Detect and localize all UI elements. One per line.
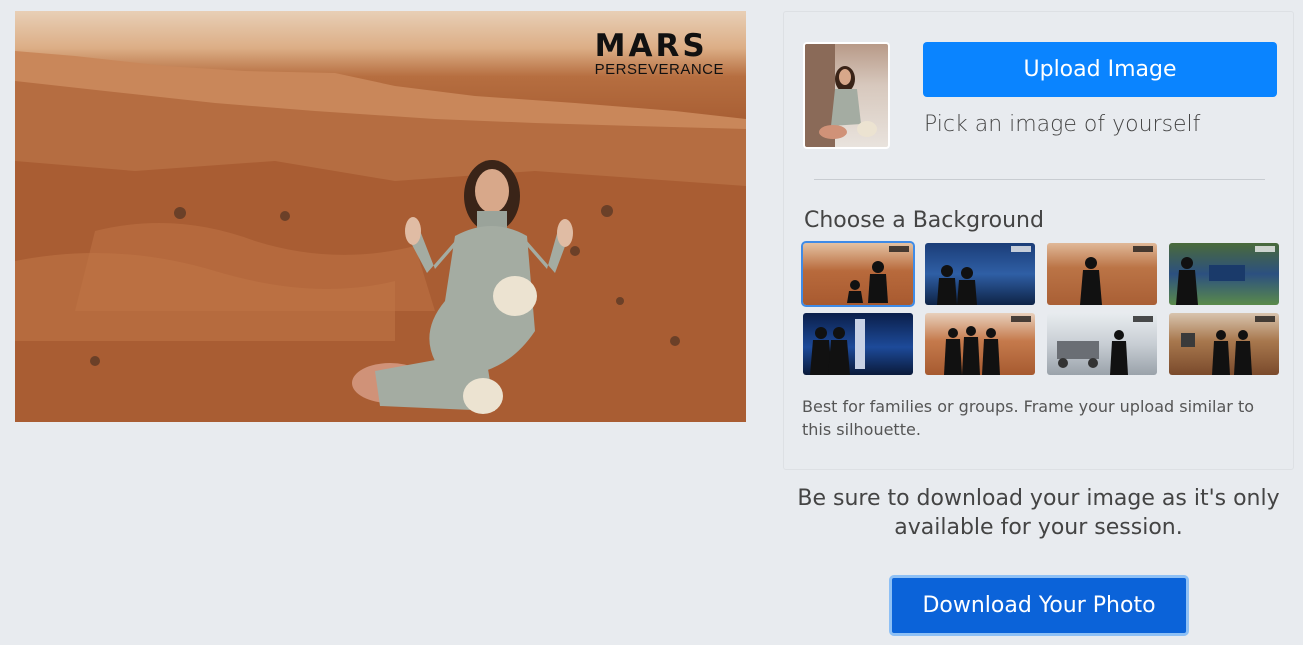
download-photo-button[interactable]: Download Your Photo xyxy=(889,575,1189,636)
controls-panel: Upload Image Pick an image of yourself C… xyxy=(783,11,1294,470)
divider xyxy=(814,179,1265,180)
uploaded-image-thumbnail xyxy=(803,42,890,149)
background-option-launch-pad[interactable] xyxy=(803,313,913,375)
choose-background-title: Choose a Background xyxy=(804,208,1044,233)
background-option-mars-terrain[interactable] xyxy=(801,241,915,307)
mars-photo-preview: MARS PERSEVERANCE xyxy=(15,11,746,422)
upload-image-button[interactable]: Upload Image xyxy=(923,42,1277,97)
mars-perseverance-logo: MARS PERSEVERANCE xyxy=(595,31,724,79)
background-hint-text: Best for families or groups. Frame your … xyxy=(802,397,1255,439)
background-option-rover-group[interactable] xyxy=(1169,313,1279,375)
background-option-rover-lab[interactable] xyxy=(1047,313,1157,375)
upload-helper-text: Pick an image of yourself xyxy=(924,112,1201,137)
background-option-mission-control[interactable] xyxy=(925,243,1035,305)
logo-mars-text: MARS xyxy=(594,28,708,64)
session-notice: Be sure to download your image as it's o… xyxy=(797,486,1280,540)
logo-perseverance-text: PERSEVERANCE xyxy=(594,61,724,78)
background-option-mars-sunset[interactable] xyxy=(925,313,1035,375)
background-option-jpl-sign[interactable] xyxy=(1169,243,1279,305)
background-option-mars-dunes[interactable] xyxy=(1047,243,1157,305)
